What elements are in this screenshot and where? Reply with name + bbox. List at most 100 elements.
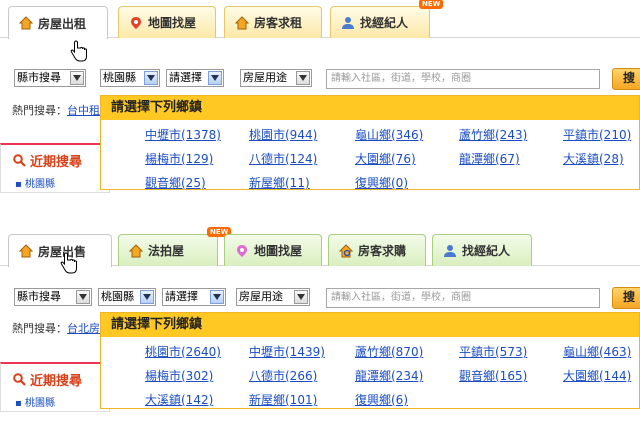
- new-badge: NEW: [419, 0, 444, 9]
- tab-find-agent[interactable]: NEW 找經紀人: [330, 0, 444, 38]
- town-link[interactable]: 平鎮市(210): [563, 126, 631, 143]
- town-link[interactable]: 龍潭鄉(234): [355, 367, 423, 384]
- town-link[interactable]: 大溪鎮(28): [563, 150, 624, 167]
- chevron-down-icon[interactable]: [144, 71, 158, 85]
- usage-select[interactable]: 房屋用途: [236, 288, 310, 306]
- select-value: 桃園縣: [103, 71, 136, 84]
- tab-label: 地圖找屋: [148, 16, 197, 30]
- recent-title-text: 近期搜尋: [30, 374, 83, 389]
- town-link[interactable]: 龍潭鄉(67): [459, 150, 520, 167]
- town-dropdown: 請選擇下列鄉鎮 桃園市(2640) 中壢市(1439) 蘆竹鄉(870) 平鎮市(57…: [100, 312, 640, 409]
- town-link[interactable]: 復興鄉(0): [355, 174, 408, 191]
- county-select[interactable]: 桃園縣: [100, 69, 160, 87]
- recent-item-text: 桃園縣: [24, 398, 55, 409]
- recent-item-text: 桃園縣: [24, 179, 55, 190]
- search-input[interactable]: 請輸入社區，街道，學校，商圈: [326, 288, 600, 308]
- town-link[interactable]: 楊梅市(302): [145, 367, 213, 384]
- tab-rent[interactable]: 房屋出租: [8, 6, 108, 39]
- tab-label: 法拍屋: [148, 244, 185, 258]
- tab-label: 房客求購: [358, 244, 407, 258]
- chevron-down-icon[interactable]: [294, 290, 308, 304]
- house-icon: [19, 16, 33, 30]
- town-link[interactable]: 楊梅市(129): [145, 150, 213, 167]
- town-link[interactable]: 新屋鄉(101): [249, 391, 317, 408]
- rental-search-panel: 房屋出租 地圖找屋 房客求租 NEW 找經紀人 縣市搜尋 桃園縣 請選擇 房屋用…: [0, 0, 640, 200]
- select-value: 房屋用途: [243, 71, 287, 84]
- town-link[interactable]: 觀音鄉(165): [459, 367, 527, 384]
- town-link[interactable]: 復興鄉(6): [355, 391, 408, 408]
- recent-search-title: 近期搜尋: [1, 364, 109, 390]
- district-select[interactable]: 請選擇: [162, 288, 226, 306]
- usage-select[interactable]: 房屋用途: [240, 69, 312, 87]
- house-icon: [235, 15, 249, 30]
- tab-tenant-request[interactable]: 房客求租: [224, 6, 322, 38]
- town-link[interactable]: 八德市(266): [249, 367, 317, 384]
- county-search-select[interactable]: 縣市搜尋: [14, 288, 92, 306]
- town-link[interactable]: 龜山鄉(346): [355, 126, 423, 143]
- sale-search-panel: 房屋出售 NEW 法拍屋 地圖找屋 房客求購 找經紀人 縣市搜尋 桃園縣 請選擇…: [0, 227, 640, 425]
- select-value: 縣市搜尋: [17, 290, 61, 303]
- tab-find-agent[interactable]: 找經紀人: [432, 234, 532, 266]
- search-bar: 縣市搜尋 桃園縣 請選擇 房屋用途 請輸入社區，街道，學校，商圈 搜: [0, 68, 640, 97]
- tab-map[interactable]: 地圖找屋: [118, 6, 216, 38]
- select-value: 房屋用途: [239, 290, 283, 303]
- recent-search-box: 近期搜尋 ▪ 桃園縣: [0, 362, 110, 412]
- hand-cursor-icon: [70, 40, 88, 62]
- town-link[interactable]: 新屋鄉(11): [249, 174, 310, 191]
- agent-icon: [443, 244, 457, 258]
- town-link[interactable]: 龜山鄉(463): [563, 343, 631, 360]
- search-icon: [13, 154, 26, 171]
- select-value: 桃園縣: [101, 290, 134, 303]
- town-link[interactable]: 大溪鎮(142): [145, 391, 213, 408]
- hot-search-label: 熱門搜尋：: [12, 322, 67, 335]
- hot-search: 熱門搜尋：台北房: [12, 320, 100, 336]
- hot-search-link[interactable]: 台中租: [67, 104, 100, 117]
- town-link[interactable]: 蘆竹鄉(870): [355, 343, 423, 360]
- town-link[interactable]: 大園鄉(144): [563, 367, 631, 384]
- search-input[interactable]: 請輸入社區，街道，學校，商圈: [326, 69, 600, 89]
- town-dropdown: 請選擇下列鄉鎮 中壢市(1378) 桃園市(944) 龜山鄉(346) 蘆竹鄉(243…: [100, 95, 640, 190]
- hot-search-label: 熱門搜尋：: [12, 104, 67, 117]
- town-link[interactable]: 大園鄉(76): [355, 150, 416, 167]
- select-value: 請選擇: [169, 71, 202, 84]
- tab-bar: 房屋出租 地圖找屋 房客求租 NEW 找經紀人: [0, 0, 640, 39]
- map-pin-icon: [235, 244, 249, 258]
- tab-label: 找經紀人: [462, 244, 511, 258]
- town-link[interactable]: 桃園市(944): [249, 126, 317, 143]
- town-link[interactable]: 桃園市(2640): [145, 343, 221, 360]
- dropdown-heading: 請選擇下列鄉鎮: [101, 96, 639, 120]
- tab-label: 找經紀人: [360, 16, 409, 30]
- recent-search-item[interactable]: ▪ 桃園縣: [1, 171, 109, 190]
- recent-search-item[interactable]: ▪ 桃園縣: [1, 390, 109, 409]
- town-link[interactable]: 蘆竹鄉(243): [459, 126, 527, 143]
- town-link[interactable]: 觀音鄉(25): [145, 174, 206, 191]
- house-search-icon: [339, 243, 353, 258]
- tab-buyer-request[interactable]: 房客求購: [328, 234, 426, 266]
- district-select[interactable]: 請選擇: [166, 69, 224, 87]
- chevron-down-icon[interactable]: [76, 290, 90, 304]
- tab-map[interactable]: 地圖找屋: [224, 234, 322, 266]
- chevron-down-icon[interactable]: [296, 71, 310, 85]
- search-button[interactable]: 搜: [612, 287, 640, 309]
- county-select[interactable]: 桃園縣: [98, 288, 156, 306]
- select-value: 請選擇: [165, 290, 198, 303]
- tab-auction[interactable]: NEW 法拍屋: [118, 227, 232, 266]
- chevron-down-icon[interactable]: [140, 290, 154, 304]
- chevron-down-icon[interactable]: [210, 290, 224, 304]
- town-link[interactable]: 中壢市(1439): [249, 343, 325, 360]
- chevron-down-icon[interactable]: [70, 71, 84, 85]
- tab-label: 地圖找屋: [254, 244, 303, 258]
- map-pin-icon: [129, 16, 143, 30]
- recent-search-title: 近期搜尋: [1, 145, 109, 171]
- county-search-select[interactable]: 縣市搜尋: [14, 69, 86, 87]
- agent-icon: [341, 16, 355, 30]
- town-link[interactable]: 平鎮市(573): [459, 343, 527, 360]
- tab-label: 房客求租: [254, 16, 303, 30]
- dropdown-heading: 請選擇下列鄉鎮: [101, 313, 639, 337]
- town-link[interactable]: 八德市(124): [249, 150, 317, 167]
- house-icon: [129, 243, 143, 258]
- town-link[interactable]: 中壢市(1378): [145, 126, 221, 143]
- search-button[interactable]: 搜: [612, 68, 640, 90]
- hot-search-link[interactable]: 台北房: [67, 322, 100, 335]
- chevron-down-icon[interactable]: [208, 71, 222, 85]
